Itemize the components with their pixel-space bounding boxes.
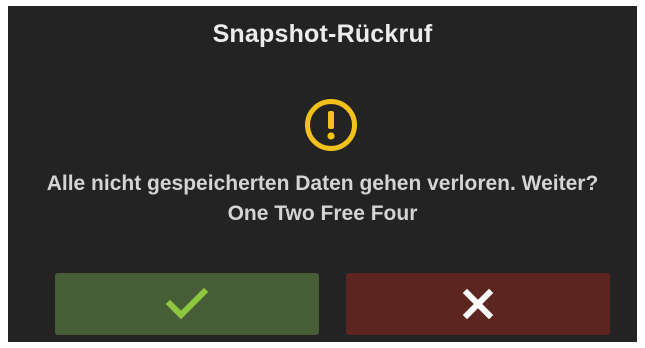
message-line-2: One Two Free Four	[227, 202, 418, 225]
close-icon	[462, 288, 494, 320]
confirm-button[interactable]	[55, 273, 319, 335]
dialog-title: Snapshot-Rückruf	[212, 20, 433, 48]
dialog-message: Alle nicht gespeicherten Daten gehen ver…	[8, 169, 637, 229]
check-icon	[166, 287, 208, 321]
snapshot-recall-dialog: Snapshot-Rückruf Alle nicht gespeicherte…	[8, 6, 637, 342]
message-line-1: Alle nicht gespeicherten Daten gehen ver…	[46, 172, 599, 195]
cancel-button[interactable]	[346, 273, 610, 335]
warning-icon	[304, 98, 358, 152]
